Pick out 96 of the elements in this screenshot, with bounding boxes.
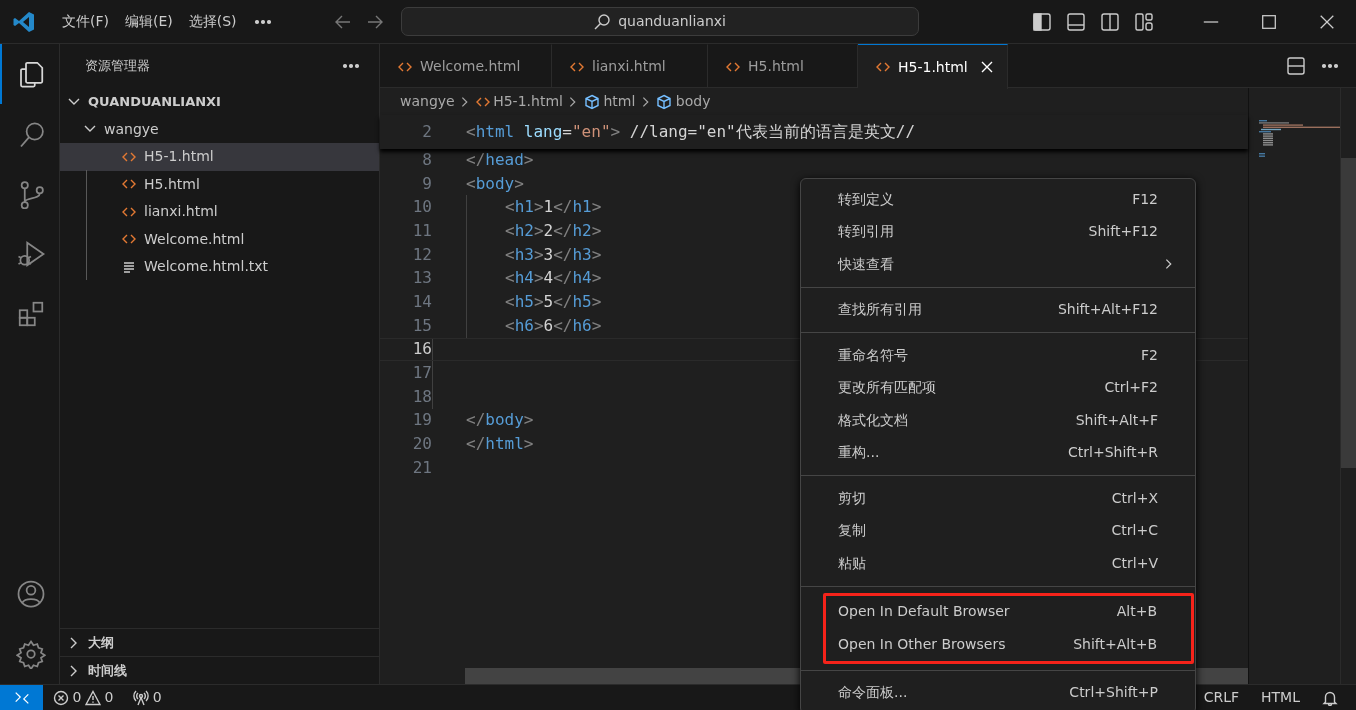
split-layout-icon[interactable] bbox=[1100, 11, 1120, 32]
html-file-icon bbox=[122, 205, 136, 218]
menu-item[interactable]: 编辑(E) bbox=[117, 11, 181, 32]
code-line: </html> bbox=[466, 434, 534, 454]
maximize-icon[interactable] bbox=[1260, 12, 1278, 31]
tree-item[interactable]: H5-1.html bbox=[60, 143, 379, 171]
split-editor-icon[interactable] bbox=[1286, 55, 1306, 76]
broadcast-icon bbox=[133, 689, 150, 706]
line-number: 2 bbox=[421, 121, 432, 143]
menu-item[interactable]: 更改所有匹配项 Ctrl+F2 bbox=[801, 371, 1195, 404]
menu-item[interactable]: 文件(F) bbox=[54, 11, 117, 32]
html-file-icon bbox=[876, 61, 890, 73]
line-number: 20 bbox=[411, 433, 432, 456]
tree-item[interactable]: H5.html bbox=[60, 170, 379, 198]
menu-item[interactable]: 剪切 Ctrl+X bbox=[801, 482, 1195, 515]
code-line: <h1>1</h1> bbox=[505, 197, 602, 217]
menu-item[interactable]: 选择(S) bbox=[180, 11, 245, 32]
menu-item[interactable]: Open In Other Browsers Shift+Alt+B bbox=[826, 628, 1191, 661]
tree-item[interactable]: QUANDUANLIANXI bbox=[60, 88, 379, 116]
line-number: 19 bbox=[411, 409, 432, 432]
line-number: 17 bbox=[411, 362, 432, 385]
menu-item[interactable]: 重构... Ctrl+Shift+R bbox=[801, 436, 1195, 469]
search-field[interactable]: quanduanlianxi bbox=[400, 7, 919, 36]
search-icon bbox=[593, 12, 612, 31]
extensions-icon[interactable] bbox=[16, 299, 46, 329]
cube-icon bbox=[656, 93, 673, 110]
menu-item[interactable]: 命令面板... Ctrl+Shift+P bbox=[801, 676, 1195, 709]
breadcrumb-item[interactable]: H5-1.html bbox=[493, 91, 563, 112]
bell-icon[interactable] bbox=[1322, 689, 1338, 706]
menu-item[interactable]: 转到引用 Shift+F12 bbox=[801, 215, 1195, 248]
line-number: 12 bbox=[411, 243, 432, 266]
menu-item[interactable]: 粘贴 Ctrl+V bbox=[801, 547, 1195, 580]
problems-indicator[interactable]: 0 0 bbox=[53, 687, 114, 708]
error-icon bbox=[53, 689, 69, 706]
menu-item[interactable]: Open In Default Browser Alt+B bbox=[826, 595, 1191, 628]
search-text: quanduanlianxi bbox=[618, 12, 726, 31]
editor-tab[interactable]: lianxi.html bbox=[552, 44, 708, 88]
ports-indicator[interactable]: 0 bbox=[133, 687, 162, 708]
line-number: 21 bbox=[411, 456, 432, 479]
line-number: 18 bbox=[411, 385, 432, 408]
run-debug-icon[interactable] bbox=[16, 239, 46, 269]
menu-item[interactable]: 转到定义 F12 bbox=[801, 183, 1195, 216]
breadcrumb-item[interactable]: wangye bbox=[400, 91, 455, 112]
app-logo-icon bbox=[12, 9, 36, 34]
html-file-icon bbox=[398, 60, 412, 73]
editor-tab[interactable]: Welcome.html bbox=[380, 44, 552, 88]
menu-item[interactable]: 重命名符号 F2 bbox=[801, 339, 1195, 372]
line-number: 15 bbox=[411, 314, 432, 337]
gear-icon[interactable] bbox=[16, 639, 46, 669]
code-line: </body> bbox=[466, 410, 534, 430]
breadcrumb-item[interactable]: body bbox=[675, 91, 711, 112]
tree-item[interactable]: lianxi.html bbox=[60, 198, 379, 226]
line-ending-indicator[interactable]: CRLF bbox=[1203, 687, 1240, 708]
html-file-icon bbox=[122, 150, 136, 163]
code-line: <h6>6</h6> bbox=[505, 315, 602, 335]
remote-button[interactable] bbox=[0, 684, 43, 710]
code-line: <html lang="en"> //lang="en"代表当前的语言是英文// bbox=[466, 122, 915, 141]
section-header[interactable]: 大纲 bbox=[60, 628, 379, 656]
line-number: 9 bbox=[421, 172, 432, 195]
close-icon[interactable] bbox=[979, 60, 994, 74]
account-icon[interactable] bbox=[16, 579, 46, 609]
menu-item[interactable]: 快速查看 bbox=[801, 248, 1195, 281]
text-file-icon bbox=[122, 260, 136, 273]
line-number: 10 bbox=[411, 196, 432, 219]
html-file-icon bbox=[122, 233, 136, 246]
code-line: <h2>2</h2> bbox=[505, 220, 602, 240]
menu-item[interactable]: 复制 Ctrl+C bbox=[801, 514, 1195, 547]
warning-icon bbox=[84, 689, 101, 706]
editor-tab[interactable]: H5-1.html bbox=[858, 44, 1008, 89]
tree-item[interactable]: Welcome.html.txt bbox=[60, 253, 379, 281]
code-line: <body> bbox=[466, 173, 524, 193]
code-line: <h3>3</h3> bbox=[505, 244, 602, 264]
line-number: 11 bbox=[411, 219, 432, 242]
html-file-icon bbox=[570, 60, 584, 73]
tree-item[interactable]: Welcome.html bbox=[60, 225, 379, 253]
sidebar-title: 资源管理器 bbox=[85, 57, 150, 76]
code-line: <h5>5</h5> bbox=[505, 291, 602, 311]
html-file-icon bbox=[122, 178, 136, 191]
code-line: </head> bbox=[466, 149, 534, 169]
line-number: 16 bbox=[411, 338, 432, 361]
layout-grid-icon[interactable] bbox=[1134, 11, 1154, 32]
line-number: 8 bbox=[421, 148, 432, 171]
tree-item[interactable]: wangye bbox=[60, 115, 379, 143]
cube-icon bbox=[583, 93, 600, 110]
language-indicator[interactable]: HTML bbox=[1261, 687, 1300, 708]
breadcrumb-item[interactable]: html bbox=[603, 91, 636, 112]
menu-item[interactable]: 查找所有引用 Shift+Alt+F12 bbox=[801, 293, 1195, 326]
menu-item[interactable]: 格式化文档 Shift+Alt+F bbox=[801, 404, 1195, 437]
code-line: <h4>4</h4> bbox=[505, 268, 602, 288]
html-file-icon bbox=[475, 95, 490, 108]
scrollbar-thumb[interactable] bbox=[1341, 158, 1356, 468]
html-file-icon bbox=[726, 60, 740, 73]
line-number: 14 bbox=[411, 290, 432, 313]
line-number: 13 bbox=[411, 267, 432, 290]
sidebar-toggle-icon[interactable] bbox=[1032, 11, 1052, 32]
panel-toggle-icon[interactable] bbox=[1066, 11, 1086, 32]
